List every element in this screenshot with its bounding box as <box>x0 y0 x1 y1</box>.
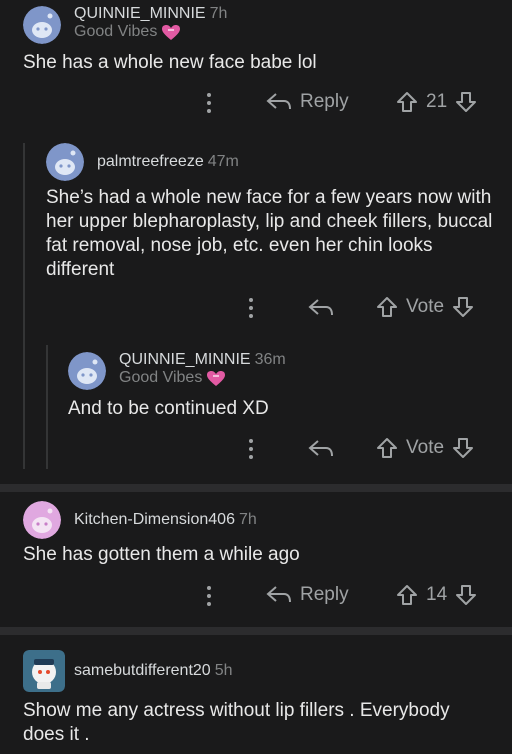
downvote-arrow-icon[interactable] <box>455 91 477 113</box>
vote-score: 14 <box>426 584 448 605</box>
more-vertical-icon <box>249 439 253 459</box>
timestamp: 47m <box>207 153 239 170</box>
vote-controls: 14 <box>396 584 477 606</box>
timestamp: 5h <box>214 662 233 679</box>
comment-divider <box>0 484 512 492</box>
thread-line[interactable] <box>46 345 48 469</box>
avatar[interactable] <box>23 501 61 539</box>
avatar[interactable] <box>23 650 65 692</box>
avatar[interactable] <box>46 143 84 181</box>
upvote-arrow-icon[interactable] <box>396 584 418 606</box>
more-vertical-icon <box>207 586 211 606</box>
vote-score: 21 <box>426 91 448 112</box>
pink-heart-icon <box>207 370 226 386</box>
reply-arrow-icon <box>308 440 333 457</box>
vote-controls: 21 <box>396 91 477 113</box>
downvote-arrow-icon[interactable] <box>455 584 477 606</box>
more-options-button[interactable] <box>244 438 258 460</box>
upvote-arrow-icon[interactable] <box>376 296 398 318</box>
user-flair: Good Vibes <box>74 23 227 41</box>
flair-label: Good Vibes <box>74 23 158 40</box>
comment-text: And to be continued XD <box>68 398 269 419</box>
downvote-arrow-icon[interactable] <box>452 437 474 459</box>
more-vertical-icon <box>207 93 211 113</box>
more-options-button[interactable] <box>202 585 216 607</box>
upvote-arrow-icon[interactable] <box>376 437 398 459</box>
comment-text: She has a whole new face babe lol <box>23 52 317 73</box>
comment-text: Show me any actress without lip fillers … <box>23 700 450 745</box>
username[interactable]: Kitchen-Dimension406 <box>74 511 235 528</box>
vote-label: Vote <box>406 437 445 458</box>
username[interactable]: samebutdifferent20 <box>74 662 211 679</box>
comment-text: She’s had a whole new face for a few yea… <box>46 187 493 280</box>
username[interactable]: palmtreefreeze <box>97 153 204 170</box>
vote-controls: Vote <box>376 437 474 459</box>
username[interactable]: QUINNIE_MINNIE <box>119 351 251 368</box>
avatar[interactable] <box>68 352 106 390</box>
more-options-button[interactable] <box>244 297 258 319</box>
upvote-arrow-icon[interactable] <box>396 91 418 113</box>
vote-controls: Vote <box>376 296 474 318</box>
more-options-button[interactable] <box>202 92 216 114</box>
comment-text: She has gotten them a while ago <box>23 544 300 565</box>
reply-button[interactable] <box>308 297 334 319</box>
username[interactable]: QUINNIE_MINNIE <box>74 5 206 22</box>
reply-button[interactable] <box>308 438 334 460</box>
reply-button[interactable]: Reply <box>266 584 349 606</box>
thread-line[interactable] <box>23 143 25 469</box>
pink-heart-icon <box>162 24 181 40</box>
user-flair: Good Vibes <box>119 369 286 387</box>
timestamp: 7h <box>209 5 228 22</box>
reply-label: Reply <box>300 91 349 112</box>
flair-label: Good Vibes <box>119 369 203 386</box>
reply-button[interactable]: Reply <box>266 91 349 113</box>
timestamp: 7h <box>238 511 257 528</box>
comment-divider <box>0 627 512 635</box>
vote-label: Vote <box>406 296 445 317</box>
reply-arrow-icon <box>308 299 333 316</box>
downvote-arrow-icon[interactable] <box>452 296 474 318</box>
reply-arrow-icon <box>266 586 291 603</box>
timestamp: 36m <box>254 351 286 368</box>
reply-arrow-icon <box>266 93 291 110</box>
reply-label: Reply <box>300 584 349 605</box>
avatar[interactable] <box>23 6 61 44</box>
more-vertical-icon <box>249 298 253 318</box>
